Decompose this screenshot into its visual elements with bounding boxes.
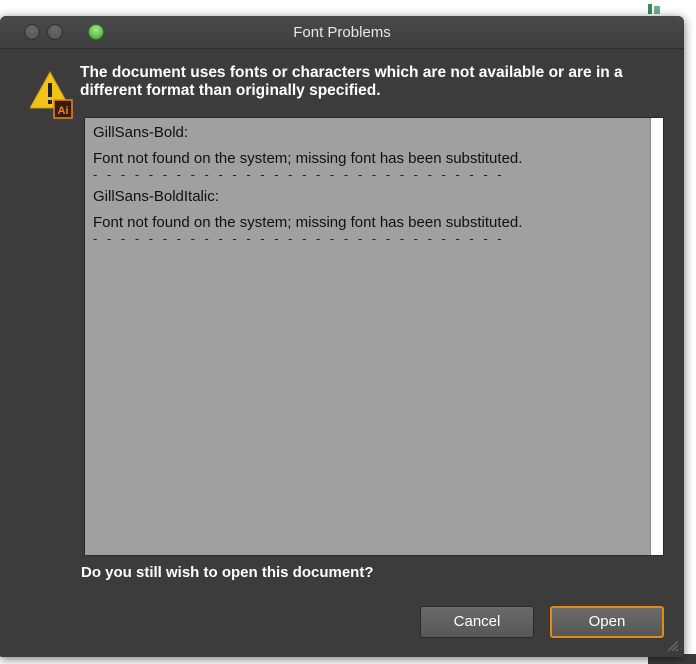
problem-detail: Font not found on the system; missing fo… — [93, 214, 523, 231]
problem-separator: - - - - - - - - - - - - - - - - - - - - … — [93, 231, 505, 246]
cancel-button[interactable]: Cancel — [420, 606, 534, 638]
illustrator-badge-icon: Ai — [53, 99, 73, 119]
problem-detail: Font not found on the system; missing fo… — [93, 150, 523, 167]
title-bar[interactable]: Font Problems — [0, 16, 684, 49]
problem-separator: - - - - - - - - - - - - - - - - - - - - … — [93, 167, 505, 182]
warning-triangle-icon: Ai — [30, 70, 73, 119]
problem-font-name: GillSans-BoldItalic: — [93, 188, 219, 205]
problem-font-name: GillSans-Bold: — [93, 124, 189, 141]
font-problems-list[interactable]: GillSans-Bold: Font not found on the sys… — [84, 117, 664, 556]
window-title: Font Problems — [293, 24, 391, 41]
warning-message: The document uses fonts or characters wh… — [80, 64, 623, 99]
badge-text: Ai — [58, 105, 69, 117]
list-scrollbar[interactable] — [650, 118, 663, 555]
font-problems-list-content: GillSans-Bold: Font not found on the sys… — [93, 124, 648, 252]
resize-grip-icon[interactable] — [666, 639, 678, 651]
font-problems-dialog: Font Problems Ai The document uses fonts… — [0, 16, 684, 657]
background-app-mark-secondary — [654, 6, 660, 14]
open-question: Do you still wish to open this document? — [81, 564, 374, 581]
background-app-mark — [648, 4, 652, 14]
open-button[interactable]: Open — [550, 606, 664, 638]
